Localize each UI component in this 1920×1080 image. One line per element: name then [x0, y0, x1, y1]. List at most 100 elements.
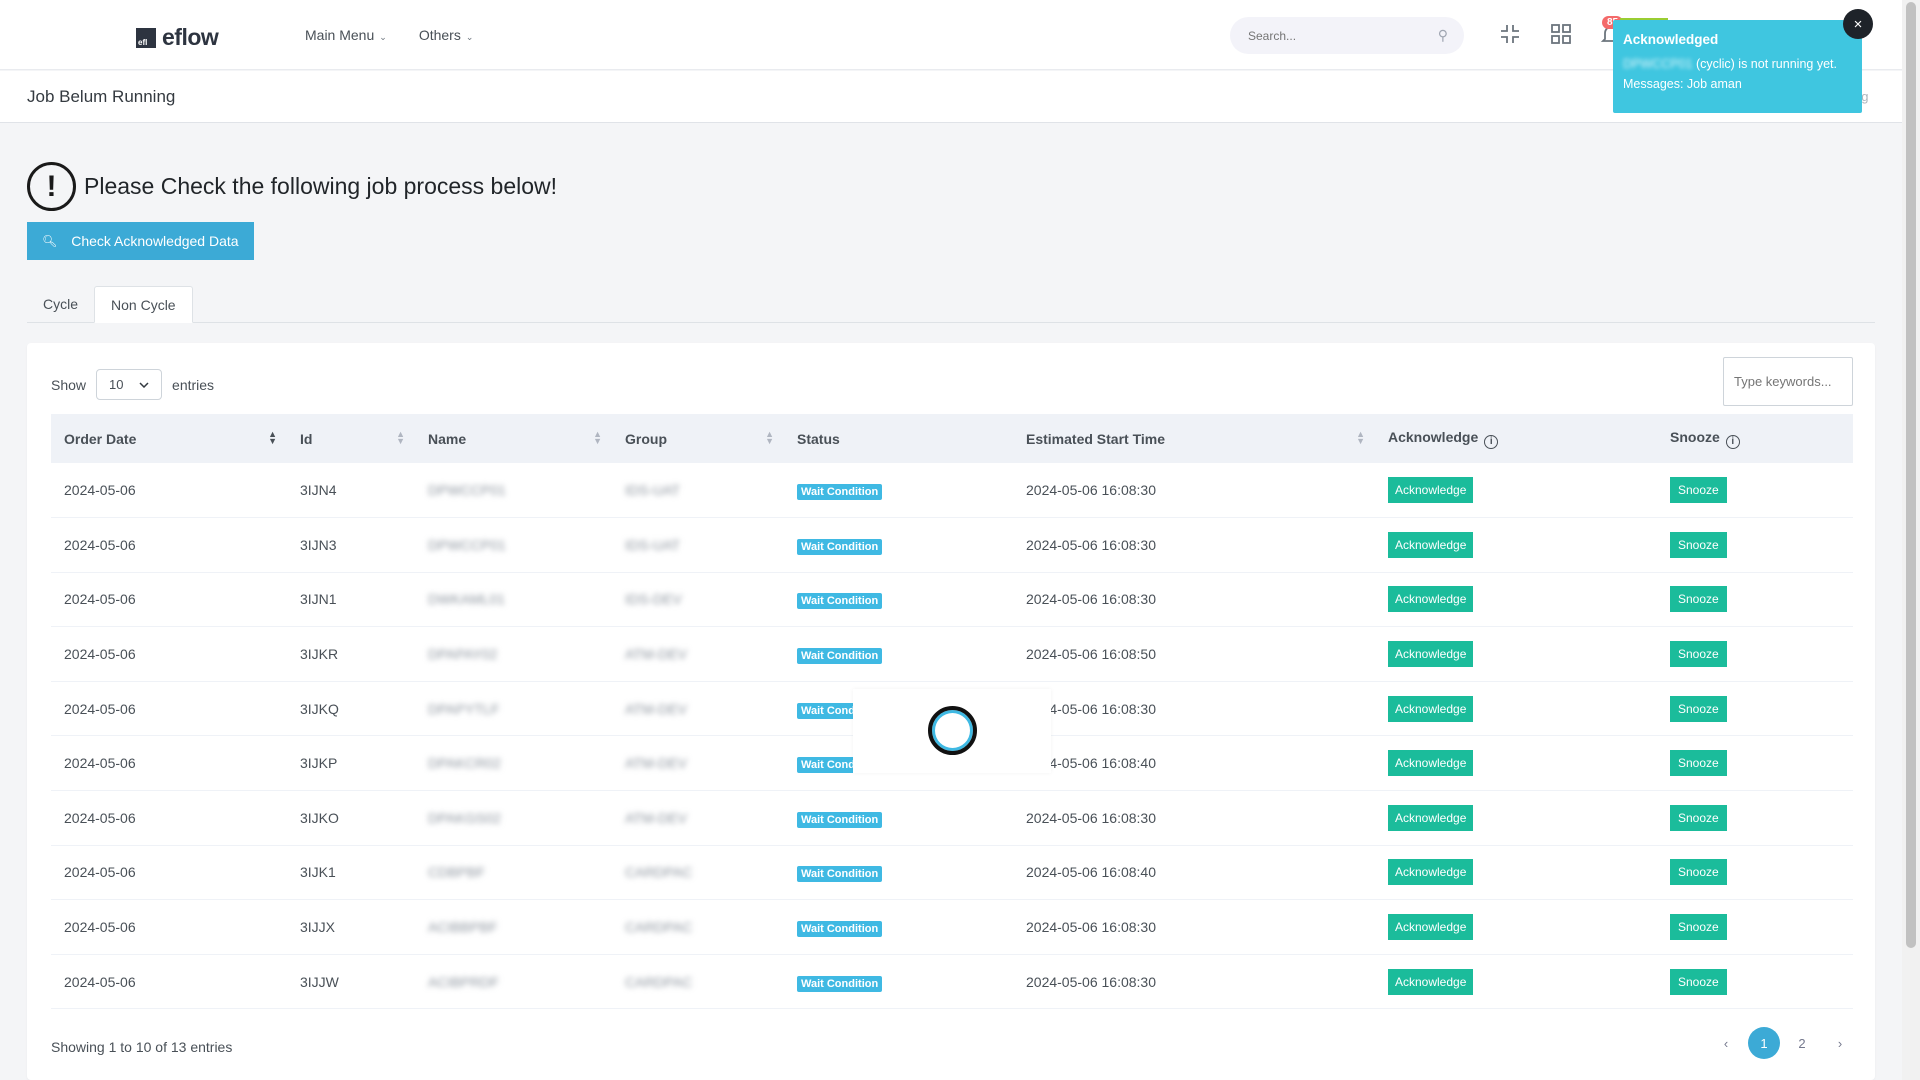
logo-badge: efl — [136, 27, 156, 48]
cell-status: Wait Condition — [784, 518, 1013, 573]
entries-length-control: Show 10 entries — [51, 369, 214, 400]
status-badge: Wait Condition — [797, 811, 883, 828]
main-nav: Main Menu ⌄ Others ⌄ — [305, 27, 473, 43]
acknowledge-button[interactable]: Acknowledge — [1388, 859, 1474, 886]
page-next-button[interactable]: › — [1824, 1027, 1856, 1059]
col-label: Order Date — [64, 430, 137, 447]
cell-group: CARDPAC — [612, 954, 784, 1009]
acknowledge-button[interactable]: Acknowledge — [1388, 968, 1474, 995]
cell-name-text: ACIBPRDF — [428, 973, 499, 990]
cell-name-text: DWKAML01 — [428, 591, 506, 608]
snooze-button[interactable]: Snooze — [1670, 804, 1727, 831]
col-label: Snooze — [1670, 428, 1720, 445]
acknowledge-button[interactable]: Acknowledge — [1388, 750, 1474, 777]
col-id[interactable]: Id ▲ ▼ — [287, 414, 415, 463]
cell-status: Wait Condition — [784, 900, 1013, 955]
nav-item-others[interactable]: Others ⌄ — [419, 27, 474, 43]
cell-order-date: 2024-05-06 — [64, 755, 136, 772]
col-name[interactable]: Name ▲ ▼ — [415, 414, 612, 463]
cell-acknowledge: Acknowledge — [1375, 627, 1657, 682]
cell-group-text: ATM-DEV — [625, 700, 687, 717]
tab-non-cycle[interactable]: Non Cycle — [94, 286, 193, 323]
toast-close-button[interactable]: × — [1843, 9, 1873, 39]
snooze-button[interactable]: Snooze — [1670, 914, 1727, 941]
col-estimated-start[interactable]: Estimated Start Time ▲ ▼ — [1013, 414, 1375, 463]
acknowledge-button[interactable]: Acknowledge — [1388, 804, 1474, 831]
table-filter-input[interactable] — [1723, 357, 1853, 406]
loading-overlay — [853, 689, 1051, 773]
cell-estimated-start: 2024-05-06 16:08:30 — [1026, 809, 1156, 826]
cell-estimated-start: 2024-05-06 16:08:30 — [1026, 591, 1156, 608]
cell-group: ATM-DEV — [612, 791, 784, 846]
page-scrollbar[interactable] — [1902, 0, 1920, 1080]
cell-group-text: CARDPAC — [625, 919, 693, 936]
cell-snooze: Snooze — [1657, 954, 1853, 1009]
nav-item-label: Main Menu — [305, 27, 375, 43]
cell-group-text: IDS-DEV — [625, 591, 682, 608]
scrollbar-thumb[interactable] — [1906, 2, 1916, 948]
snooze-button[interactable]: Snooze — [1670, 586, 1727, 613]
sort-icon: ▲ ▼ — [268, 429, 277, 446]
cell-name: DPWCCP01 — [415, 463, 612, 518]
cell-estimated-start: 2024-05-06 16:08:40 — [1026, 755, 1156, 772]
cell-estimated-start: 2024-05-06 16:08:30 — [1026, 919, 1156, 936]
cell-snooze: Snooze — [1657, 518, 1853, 573]
cell-snooze: Snooze — [1657, 463, 1853, 518]
cell-name-text: ACIBBPBF — [428, 919, 498, 936]
info-icon[interactable]: i — [1484, 434, 1499, 449]
page-button-1[interactable]: 1 — [1748, 1027, 1780, 1059]
entries-value: 10 — [109, 377, 124, 392]
cell-id: 3IJKR — [300, 646, 339, 663]
app-logo[interactable]: efl eflow — [136, 24, 219, 51]
cell-id: 3IJKO — [300, 809, 339, 826]
acknowledge-button[interactable]: Acknowledge — [1388, 914, 1474, 941]
cell-id: 3IJJW — [300, 973, 339, 990]
snooze-button[interactable]: Snooze — [1670, 641, 1727, 668]
acknowledge-button[interactable]: Acknowledge — [1388, 531, 1474, 558]
entries-label: entries — [172, 376, 215, 393]
snooze-button[interactable]: Snooze — [1670, 859, 1727, 886]
fullscreen-exit-icon[interactable] — [1499, 23, 1521, 51]
acknowledge-button[interactable]: Acknowledge — [1388, 695, 1474, 722]
col-group[interactable]: Group ▲ ▼ — [612, 414, 784, 463]
show-label: Show — [51, 376, 87, 393]
entries-select[interactable]: 10 — [96, 369, 163, 400]
snooze-button[interactable]: Snooze — [1670, 695, 1727, 722]
col-label: Group — [625, 430, 667, 447]
snooze-button[interactable]: Snooze — [1670, 750, 1727, 777]
search-icon[interactable]: ⚲ — [1438, 27, 1448, 44]
search-input[interactable] — [1248, 28, 1428, 43]
info-icon[interactable]: i — [1725, 434, 1740, 449]
acknowledge-button[interactable]: Acknowledge — [1388, 477, 1474, 504]
cell-snooze: Snooze — [1657, 572, 1853, 627]
apps-grid-icon[interactable] — [1550, 23, 1572, 51]
cell-acknowledge: Acknowledge — [1375, 954, 1657, 1009]
page-prev-button[interactable]: ‹ — [1710, 1027, 1742, 1059]
table-row: 2024-05-06 3IJN1 DWKAML01 IDS-DEV Wait Condi… — [51, 572, 1853, 627]
tab-cycle[interactable]: Cycle — [27, 286, 94, 323]
cell-group: ATM-DEV — [612, 681, 784, 736]
snooze-button[interactable]: Snooze — [1670, 477, 1727, 504]
cell-group-text: CARDPAC — [625, 864, 693, 881]
col-status: Status — [784, 414, 1013, 463]
nav-item-main-menu[interactable]: Main Menu ⌄ — [305, 27, 387, 43]
table-row: 2024-05-06 3IJN3 DPWCCP01 IDS-UAT Wait Condi… — [51, 518, 1853, 573]
cell-status: Wait Condition — [784, 572, 1013, 627]
status-badge: Wait Condition — [797, 538, 883, 555]
cell-name: DPWCCP01 — [415, 518, 612, 573]
acknowledge-button[interactable]: Acknowledge — [1388, 641, 1474, 668]
table-row: 2024-05-06 3IJKO DPAKGS02 ATM-DEV Wait Condi… — [51, 791, 1853, 846]
cell-acknowledge: Acknowledge — [1375, 518, 1657, 573]
snooze-button[interactable]: Snooze — [1670, 531, 1727, 558]
cell-estimated-start: 2024-05-06 16:08:30 — [1026, 973, 1156, 990]
col-label: Id — [300, 430, 313, 447]
col-order-date[interactable]: Order Date ▲ ▼ — [51, 414, 287, 463]
snooze-button[interactable]: Snooze — [1670, 968, 1727, 995]
cell-acknowledge: Acknowledge — [1375, 736, 1657, 791]
cell-group-text: IDS-UAT — [625, 536, 680, 553]
cell-id: 3IJJX — [300, 919, 336, 936]
table-row: 2024-05-06 3IJJX ACIBBPBF CARDPAC Wait Condi… — [51, 900, 1853, 955]
acknowledge-button[interactable]: Acknowledge — [1388, 586, 1474, 613]
check-acknowledged-button[interactable]: 🔍︎ Check Acknowledged Data — [27, 222, 254, 260]
page-button-2[interactable]: 2 — [1786, 1027, 1818, 1059]
